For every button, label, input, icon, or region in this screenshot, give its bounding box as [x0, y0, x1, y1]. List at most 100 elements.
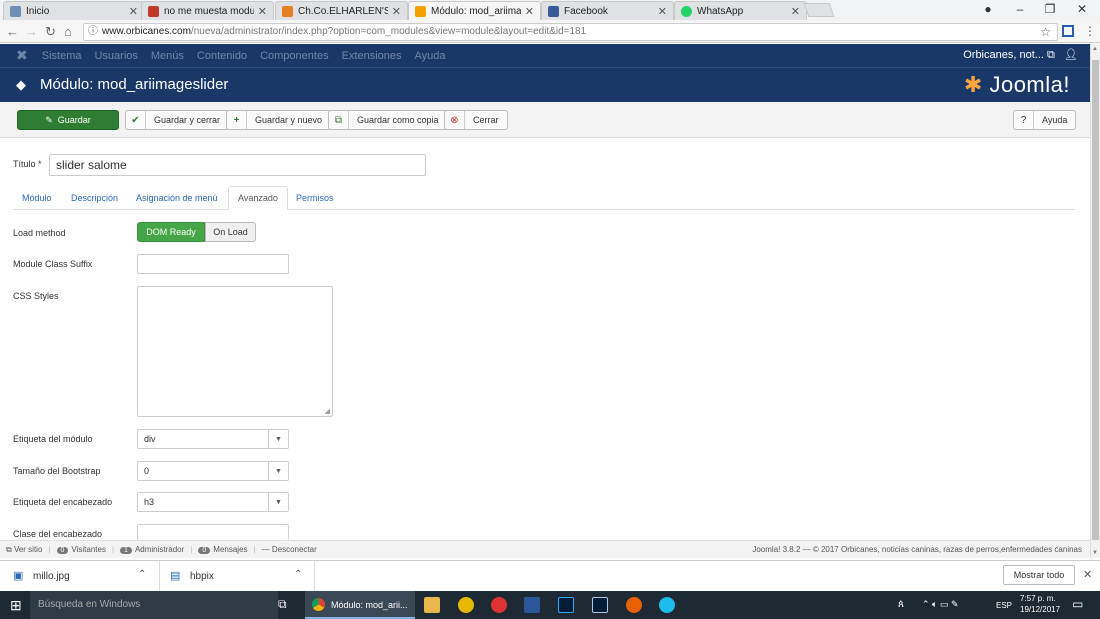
nav-item-componentes[interactable]: Componentes	[260, 50, 329, 62]
admin-status[interactable]: 1 Administrador	[120, 545, 184, 554]
url-field[interactable]: ⓘ www.orbicanes.com/nueva/administrator/…	[83, 23, 1058, 41]
title-input[interactable]: slider salome	[49, 154, 426, 176]
browser-tab[interactable]: no me muesta modulos ✕	[141, 1, 274, 20]
save-new-button[interactable]: + Guardar y nuevo	[226, 110, 332, 130]
view-site-link[interactable]: ⧉ Ver sitio	[6, 545, 42, 555]
tab-asignacion-menu[interactable]: Asignación de menú	[127, 186, 227, 210]
messages-status[interactable]: 0 Mensajes	[198, 545, 248, 554]
resize-handle-icon[interactable]: ◢	[325, 407, 330, 415]
header-tag-select[interactable]: h3 ▼	[137, 492, 289, 512]
nav-item-usuarios[interactable]: Usuarios	[94, 50, 137, 62]
windows-search-box[interactable]: Búsqueda en Windows	[30, 591, 278, 619]
nav-item-contenido[interactable]: Contenido	[197, 50, 247, 62]
close-window-icon[interactable]: ✕	[1072, 2, 1092, 16]
title-value: slider salome	[56, 158, 127, 172]
tab-permisos[interactable]: Permisos	[287, 186, 343, 210]
app-icon[interactable]	[491, 597, 507, 613]
close-icon[interactable]: ✕	[791, 5, 800, 18]
header-class-label: Clase del encabezado	[13, 529, 103, 539]
browser-tab[interactable]: Inicio ✕	[3, 1, 145, 20]
file-explorer-icon[interactable]	[424, 597, 440, 613]
menu-icon[interactable]: ⋮	[1084, 24, 1096, 38]
vertical-scrollbar[interactable]: ▲ ▼	[1090, 44, 1100, 558]
photoshop-icon[interactable]	[558, 597, 574, 613]
task-view-icon[interactable]: ⧉	[278, 597, 287, 612]
address-bar-row: ← → ↻ ⌂ ⓘ www.orbicanes.com/nueva/admini…	[0, 21, 1100, 43]
download-item[interactable]: ▤ hbpix ⌃	[160, 561, 315, 591]
new-tab-button[interactable]	[803, 3, 835, 17]
scroll-up-icon[interactable]: ▲	[1092, 46, 1098, 52]
notifications-icon[interactable]: ▭	[1072, 597, 1083, 611]
header-class-input[interactable]	[137, 524, 289, 540]
module-class-suffix-input[interactable]	[137, 254, 289, 274]
word-icon[interactable]	[524, 597, 540, 613]
close-icon[interactable]: ✕	[1083, 568, 1092, 581]
tab-title: no me muesta modulos	[164, 5, 254, 17]
browser-tab[interactable]: WhatsApp ✕	[674, 1, 807, 20]
save-copy-button[interactable]: ⧉ Guardar como copia	[328, 110, 448, 130]
close-icon[interactable]: ✕	[129, 5, 138, 18]
edit-icon: ✎	[45, 114, 53, 125]
firefox-icon[interactable]	[626, 597, 642, 613]
edge-icon[interactable]	[659, 597, 675, 613]
reload-icon[interactable]: ↻	[45, 24, 56, 40]
dom-ready-toggle[interactable]: DOM Ready	[137, 222, 205, 242]
lightroom-icon[interactable]	[592, 597, 608, 613]
save-button[interactable]: ✎ Guardar	[17, 110, 119, 130]
minimize-icon[interactable]: –	[1010, 2, 1030, 16]
back-icon[interactable]: ←	[6, 24, 19, 39]
help-button[interactable]: ? Ayuda	[1013, 110, 1077, 130]
user-icon[interactable]: 👤︎	[1064, 49, 1078, 61]
tab-descripcion[interactable]: Descripción	[62, 186, 127, 210]
browser-tab[interactable]: Ch.Co.ELHARLEN'S HALI ✕	[275, 1, 408, 20]
save-close-button[interactable]: ✔ Guardar y cerrar	[125, 110, 230, 130]
profile-icon[interactable]: ●	[978, 2, 998, 16]
header-tag-label: Etiqueta del encabezado	[13, 497, 113, 507]
chevron-up-icon[interactable]: ⌃	[294, 569, 302, 580]
tab-avanzado[interactable]: Avanzado	[228, 186, 288, 210]
restore-icon[interactable]: ❐	[1040, 2, 1060, 16]
bookmark-star-icon[interactable]: ☆	[1040, 24, 1051, 40]
css-styles-textarea[interactable]: ◢	[137, 286, 333, 417]
download-item[interactable]: ▣ millo.jpg ⌃	[0, 561, 160, 591]
logout-link[interactable]: — Desconectar	[262, 545, 317, 554]
bootstrap-size-select[interactable]: 0 ▼	[137, 461, 289, 481]
tab-favicon-icon	[10, 5, 21, 17]
nav-item-extensiones[interactable]: Extensiones	[342, 50, 402, 62]
close-label: Cerrar	[473, 115, 499, 125]
info-icon[interactable]: ⓘ	[88, 24, 98, 40]
close-button[interactable]: ⊗ Cerrar	[444, 110, 508, 130]
module-tag-value: div	[144, 434, 156, 444]
module-tag-select[interactable]: div ▼	[137, 429, 289, 449]
extension-icon[interactable]	[1062, 25, 1074, 37]
tray-icons[interactable]: ⌃ 🔈︎ ▭ ✎	[922, 599, 959, 610]
home-icon[interactable]: ⌂	[64, 24, 72, 39]
on-load-toggle[interactable]: On Load	[205, 222, 256, 242]
language-indicator[interactable]: ESP	[996, 601, 1012, 610]
taskbar-chrome-app[interactable]: Módulo: mod_arii...	[305, 591, 415, 619]
clock-time[interactable]: 7:57 p. m.	[1020, 594, 1056, 603]
copy-icon: ⧉	[329, 111, 349, 129]
windows-start-icon[interactable]: ⊞	[10, 597, 22, 614]
nav-item-sistema[interactable]: Sistema	[42, 50, 82, 62]
tab-modulo[interactable]: Módulo	[13, 186, 61, 210]
clock-date[interactable]: 19/12/2017	[1020, 605, 1060, 614]
scrollbar-thumb[interactable]	[1092, 60, 1099, 540]
forward-icon[interactable]: →	[25, 24, 38, 39]
close-icon[interactable]: ✕	[658, 5, 667, 18]
nav-item-ayuda[interactable]: Ayuda	[415, 50, 446, 62]
close-icon[interactable]: ✕	[258, 5, 267, 18]
nav-item-menus[interactable]: Menús	[151, 50, 184, 62]
browser-tab-active[interactable]: Módulo: mod_ariimages ✕	[408, 1, 541, 20]
site-user-menu[interactable]: Orbicanes, not... ⧉ 👤︎	[963, 48, 1078, 62]
scroll-down-icon[interactable]: ▼	[1092, 550, 1098, 556]
show-all-button[interactable]: Mostrar todo	[1003, 565, 1075, 585]
close-icon[interactable]: ✕	[392, 5, 401, 18]
joomla-icon[interactable]: ✖	[16, 47, 28, 64]
chevron-up-icon[interactable]: ⌃	[138, 569, 146, 580]
close-icon[interactable]: ✕	[525, 5, 534, 18]
app-icon[interactable]	[458, 597, 474, 613]
browser-tab[interactable]: Facebook ✕	[541, 1, 674, 20]
visitors-status[interactable]: 0 Visitantes	[56, 545, 106, 554]
people-icon[interactable]: ጰ	[898, 599, 904, 610]
